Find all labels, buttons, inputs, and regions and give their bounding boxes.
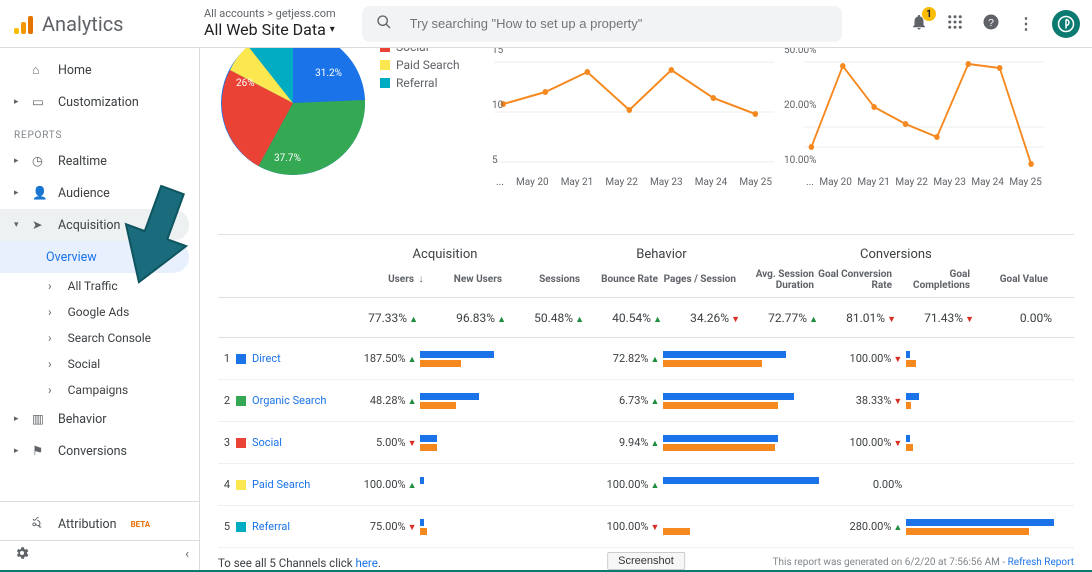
- user-icon: 👤: [32, 186, 48, 201]
- notification-count: 1: [922, 7, 936, 21]
- table-row[interactable]: 5 Referral 75.00%▼ 100.00%▼ 280.00%▲: [218, 506, 1074, 548]
- sidebar-item-conversions[interactable]: ▸⚑ Conversions: [0, 435, 199, 467]
- sidebar-item-search-console[interactable]: Search Console: [0, 325, 199, 351]
- section-header-acquisition: Acquisition: [413, 247, 637, 262]
- channel-link: Organic Search: [252, 394, 326, 407]
- sidebar-item-label: Realtime: [58, 154, 107, 169]
- col-pages-session[interactable]: Pages / Session: [662, 274, 740, 285]
- flag-icon: ⚑: [32, 443, 48, 459]
- home-icon: ⌂: [32, 63, 48, 78]
- sidebar-item-audience[interactable]: ▸👤 Audience: [0, 177, 199, 209]
- see-all-link[interactable]: here: [356, 556, 378, 570]
- sidebar: ⌂ Home ▸▭ Customization REPORTS ▸◷ Realt…: [0, 48, 200, 572]
- sort-icon[interactable]: ↓: [418, 274, 428, 285]
- sidebar-item-label: All Traffic: [68, 279, 118, 293]
- sidebar-item-label: Google Ads: [68, 305, 130, 319]
- sidebar-item-attribution[interactable]: ష Attribution BETA: [0, 508, 199, 540]
- sidebar-item-realtime[interactable]: ▸◷ Realtime: [0, 145, 199, 177]
- header-actions: 1 ? ⋮: [910, 10, 1080, 38]
- section-header-behavior: Behavior: [636, 247, 860, 262]
- app-header: Analytics All accounts > getjess.com All…: [0, 0, 1092, 48]
- col-gcr[interactable]: Goal Conversion Rate: [818, 269, 896, 291]
- analytics-logo-icon: [12, 12, 36, 36]
- sidebar-item-label: Conversions: [58, 444, 127, 459]
- channel-link: Social: [252, 436, 282, 449]
- search-icon: [376, 14, 392, 33]
- line-chart-users: 15105 ...May 20May 21 May 22May 23May 24…: [478, 52, 778, 216]
- col-users[interactable]: Users: [350, 274, 418, 285]
- gear-icon[interactable]: [14, 545, 30, 564]
- channel-link: Paid Search: [252, 478, 310, 491]
- report-content: 31.2% 37.7% 26% Social Paid Search Refer…: [200, 48, 1092, 572]
- sidebar-item-label: Attribution: [58, 517, 117, 532]
- sidebar-section-reports: REPORTS: [0, 118, 199, 145]
- sidebar-item-label: Social: [68, 357, 101, 371]
- pie-chart: 31.2% 37.7% 26% Social Paid Search Refer…: [218, 52, 478, 216]
- col-gcomp[interactable]: Goal Completions: [896, 269, 974, 291]
- col-duration[interactable]: Avg. Session Duration: [740, 269, 818, 291]
- screenshot-button[interactable]: Screenshot: [607, 552, 685, 570]
- logo-text: Analytics: [42, 12, 124, 36]
- logo[interactable]: Analytics: [12, 12, 200, 36]
- refresh-report-link[interactable]: Refresh Report: [1008, 557, 1074, 568]
- sidebar-item-overview[interactable]: Overview: [0, 241, 189, 273]
- col-new-users[interactable]: New Users: [428, 274, 506, 285]
- sidebar-item-label: Home: [58, 63, 92, 78]
- clock-icon: ◷: [32, 153, 48, 169]
- beta-badge: BETA: [131, 520, 151, 529]
- table-row[interactable]: 1 Direct 187.50%▲ 72.82%▲ 100.00%▼: [218, 338, 1074, 380]
- sidebar-item-label: Campaigns: [68, 383, 129, 397]
- sidebar-item-google-ads[interactable]: Google Ads: [0, 299, 199, 325]
- sidebar-item-label: Behavior: [58, 412, 106, 427]
- sidebar-item-campaigns[interactable]: Campaigns: [0, 377, 199, 403]
- table-header-row: Users ↓ New Users Sessions Bounce Rate P…: [218, 262, 1074, 298]
- help-icon[interactable]: ?: [982, 13, 1000, 34]
- customize-icon: ▭: [32, 94, 48, 110]
- behavior-icon: ▥: [32, 411, 48, 427]
- account-breadcrumb: All accounts > getjess.com: [204, 8, 336, 20]
- chevron-down-icon: ▾: [330, 24, 335, 35]
- account-selector[interactable]: All accounts > getjess.com All Web Site …: [204, 8, 352, 39]
- apps-icon[interactable]: [946, 13, 964, 34]
- table-row[interactable]: 3 Social 5.00%▼ 9.94%▲ 100.00%▼: [218, 422, 1074, 464]
- sidebar-item-acquisition[interactable]: ▾➤ Acquisition: [0, 209, 189, 241]
- search-input[interactable]: [408, 15, 828, 32]
- channel-link: Direct: [252, 352, 281, 365]
- svg-text:?: ?: [988, 17, 994, 29]
- sidebar-item-label: Search Console: [68, 331, 151, 345]
- sidebar-item-label: Audience: [58, 186, 110, 201]
- search-bar[interactable]: [362, 6, 842, 42]
- account-view-name: All Web Site Data ▾: [204, 20, 336, 39]
- notifications-button[interactable]: 1: [910, 13, 928, 34]
- sidebar-item-label: Acquisition: [58, 218, 120, 233]
- attribution-icon: ష: [32, 515, 48, 533]
- sidebar-item-label: Overview: [46, 250, 97, 265]
- pie-legend: Social Paid Search Referral: [380, 48, 460, 92]
- line-chart-conversion: 50.00%20.00%10.00% ...May 20May 21 May 2…: [788, 52, 1048, 216]
- collapse-sidebar-icon[interactable]: ‹: [185, 547, 189, 562]
- sidebar-item-social[interactable]: Social: [0, 351, 199, 377]
- avatar[interactable]: [1052, 10, 1080, 38]
- table-row[interactable]: 4 Paid Search 100.00%▲ 100.00%▲ 0.00%: [218, 464, 1074, 506]
- section-header-conversions: Conversions: [860, 247, 1074, 262]
- col-sessions[interactable]: Sessions: [506, 274, 584, 285]
- sidebar-item-all-traffic[interactable]: All Traffic: [0, 273, 199, 299]
- col-bounce[interactable]: Bounce Rate: [584, 274, 662, 285]
- acquisition-icon: ➤: [32, 217, 48, 233]
- sidebar-item-behavior[interactable]: ▸▥ Behavior: [0, 403, 199, 435]
- channels-table: Acquisition Behavior Conversions Users ↓…: [218, 234, 1074, 570]
- table-row[interactable]: 2 Organic Search 48.28%▲ 6.73%▲ 38.33%▼: [218, 380, 1074, 422]
- sidebar-item-home[interactable]: ⌂ Home: [0, 54, 199, 86]
- report-footer: This report was generated on 6/2/20 at 7…: [773, 557, 1074, 568]
- table-summary-row: 77.33%▲ 96.83%▲ 50.48%▲ 40.54%▲ 34.26%▼ …: [218, 298, 1074, 338]
- channel-link: Referral: [252, 520, 290, 533]
- col-gval[interactable]: Goal Value: [974, 274, 1052, 285]
- more-icon[interactable]: ⋮: [1018, 14, 1034, 33]
- sidebar-item-label: Customization: [58, 95, 139, 110]
- sidebar-item-customization[interactable]: ▸▭ Customization: [0, 86, 199, 118]
